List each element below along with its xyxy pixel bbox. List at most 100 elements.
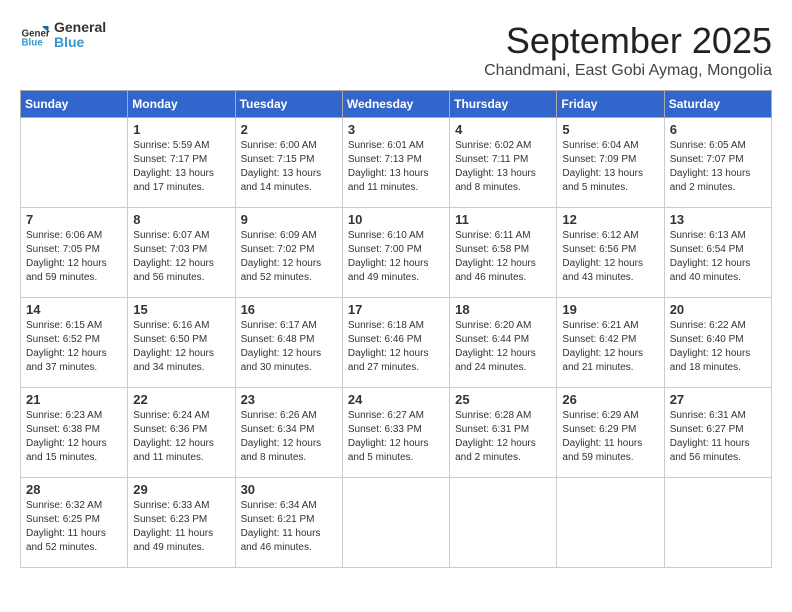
cell-info: Sunrise: 5:59 AM Sunset: 7:17 PM Dayligh… bbox=[133, 139, 229, 195]
week-row-1: 1 Sunrise: 5:59 AM Sunset: 7:17 PM Daylig… bbox=[21, 118, 772, 208]
calendar-cell bbox=[21, 118, 128, 208]
calendar-cell: 6 Sunrise: 6:05 AM Sunset: 7:07 PM Daylig… bbox=[664, 118, 771, 208]
cell-info: Sunrise: 6:29 AM Sunset: 6:29 PM Dayligh… bbox=[562, 409, 658, 465]
day-number: 18 bbox=[455, 302, 551, 317]
cell-info: Sunrise: 6:10 AM Sunset: 7:00 PM Dayligh… bbox=[348, 229, 444, 285]
day-number: 24 bbox=[348, 392, 444, 407]
cell-info: Sunrise: 6:15 AM Sunset: 6:52 PM Dayligh… bbox=[26, 319, 122, 375]
day-number: 7 bbox=[26, 212, 122, 227]
cell-info: Sunrise: 6:28 AM Sunset: 6:31 PM Dayligh… bbox=[455, 409, 551, 465]
cell-info: Sunrise: 6:05 AM Sunset: 7:07 PM Dayligh… bbox=[670, 139, 766, 195]
calendar-cell: 5Sunrise: 6:04 AM Sunset: 7:09 PM Daylig… bbox=[557, 118, 664, 208]
calendar-cell: 3 Sunrise: 6:01 AM Sunset: 7:13 PM Daylig… bbox=[342, 118, 449, 208]
calendar-cell: 27Sunrise: 6:31 AM Sunset: 6:27 PM Dayli… bbox=[664, 388, 771, 478]
day-number: 16 bbox=[241, 302, 337, 317]
weekday-tuesday: Tuesday bbox=[235, 91, 342, 118]
calendar-cell: 29Sunrise: 6:33 AM Sunset: 6:23 PM Dayli… bbox=[128, 478, 235, 568]
calendar-cell: 24Sunrise: 6:27 AM Sunset: 6:33 PM Dayli… bbox=[342, 388, 449, 478]
day-number: 1 bbox=[133, 122, 229, 137]
day-number: 3 bbox=[348, 122, 444, 137]
calendar-cell: 16Sunrise: 6:17 AM Sunset: 6:48 PM Dayli… bbox=[235, 298, 342, 388]
month-title: September 2025 bbox=[484, 20, 772, 62]
calendar-cell: 10 Sunrise: 6:10 AM Sunset: 7:00 PM Dayli… bbox=[342, 208, 449, 298]
cell-info: Sunrise: 6:32 AM Sunset: 6:25 PM Dayligh… bbox=[26, 499, 122, 555]
calendar-cell: 9 Sunrise: 6:09 AM Sunset: 7:02 PM Daylig… bbox=[235, 208, 342, 298]
cell-info: Sunrise: 6:18 AM Sunset: 6:46 PM Dayligh… bbox=[348, 319, 444, 375]
day-number: 22 bbox=[133, 392, 229, 407]
cell-info: Sunrise: 6:23 AM Sunset: 6:38 PM Dayligh… bbox=[26, 409, 122, 465]
day-number: 26 bbox=[562, 392, 658, 407]
cell-info: Sunrise: 6:09 AM Sunset: 7:02 PM Dayligh… bbox=[241, 229, 337, 285]
week-row-3: 14 Sunrise: 6:15 AM Sunset: 6:52 PM Dayli… bbox=[21, 298, 772, 388]
calendar-cell: 25Sunrise: 6:28 AM Sunset: 6:31 PM Dayli… bbox=[450, 388, 557, 478]
calendar-table: SundayMondayTuesdayWednesdayThursdayFrid… bbox=[20, 90, 772, 568]
calendar-cell: 21 Sunrise: 6:23 AM Sunset: 6:38 PM Dayli… bbox=[21, 388, 128, 478]
weekday-thursday: Thursday bbox=[450, 91, 557, 118]
day-number: 10 bbox=[348, 212, 444, 227]
title-area: September 2025 Chandmani, East Gobi Ayma… bbox=[484, 20, 772, 80]
weekday-monday: Monday bbox=[128, 91, 235, 118]
cell-info: Sunrise: 6:11 AM Sunset: 6:58 PM Dayligh… bbox=[455, 229, 551, 285]
calendar-cell: 7 Sunrise: 6:06 AM Sunset: 7:05 PM Daylig… bbox=[21, 208, 128, 298]
calendar-cell bbox=[342, 478, 449, 568]
calendar-cell: 18 Sunrise: 6:20 AM Sunset: 6:44 PM Dayli… bbox=[450, 298, 557, 388]
cell-info: Sunrise: 6:02 AM Sunset: 7:11 PM Dayligh… bbox=[455, 139, 551, 195]
weekday-saturday: Saturday bbox=[664, 91, 771, 118]
cell-info: Sunrise: 6:20 AM Sunset: 6:44 PM Dayligh… bbox=[455, 319, 551, 375]
calendar-cell: 1 Sunrise: 5:59 AM Sunset: 7:17 PM Daylig… bbox=[128, 118, 235, 208]
calendar-cell: 17Sunrise: 6:18 AM Sunset: 6:46 PM Dayli… bbox=[342, 298, 449, 388]
day-number: 4 bbox=[455, 122, 551, 137]
day-number: 14 bbox=[26, 302, 122, 317]
calendar-cell bbox=[664, 478, 771, 568]
calendar-cell: 12 Sunrise: 6:12 AM Sunset: 6:56 PM Dayli… bbox=[557, 208, 664, 298]
cell-info: Sunrise: 6:06 AM Sunset: 7:05 PM Dayligh… bbox=[26, 229, 122, 285]
cell-info: Sunrise: 6:00 AM Sunset: 7:15 PM Dayligh… bbox=[241, 139, 337, 195]
cell-info: Sunrise: 6:22 AM Sunset: 6:40 PM Dayligh… bbox=[670, 319, 766, 375]
calendar-cell: 11Sunrise: 6:11 AM Sunset: 6:58 PM Dayli… bbox=[450, 208, 557, 298]
calendar-cell: 22 Sunrise: 6:24 AM Sunset: 6:36 PM Dayli… bbox=[128, 388, 235, 478]
day-number: 20 bbox=[670, 302, 766, 317]
logo-text: General Blue bbox=[54, 20, 106, 51]
day-number: 2 bbox=[241, 122, 337, 137]
cell-info: Sunrise: 6:07 AM Sunset: 7:03 PM Dayligh… bbox=[133, 229, 229, 285]
day-number: 6 bbox=[670, 122, 766, 137]
calendar-cell: 8 Sunrise: 6:07 AM Sunset: 7:03 PM Daylig… bbox=[128, 208, 235, 298]
cell-info: Sunrise: 6:01 AM Sunset: 7:13 PM Dayligh… bbox=[348, 139, 444, 195]
calendar-cell: 19Sunrise: 6:21 AM Sunset: 6:42 PM Dayli… bbox=[557, 298, 664, 388]
calendar-cell: 28 Sunrise: 6:32 AM Sunset: 6:25 PM Dayli… bbox=[21, 478, 128, 568]
location-subtitle: Chandmani, East Gobi Aymag, Mongolia bbox=[484, 62, 772, 80]
weekday-friday: Friday bbox=[557, 91, 664, 118]
day-number: 21 bbox=[26, 392, 122, 407]
cell-info: Sunrise: 6:24 AM Sunset: 6:36 PM Dayligh… bbox=[133, 409, 229, 465]
calendar-cell: 13Sunrise: 6:13 AM Sunset: 6:54 PM Dayli… bbox=[664, 208, 771, 298]
cell-info: Sunrise: 6:26 AM Sunset: 6:34 PM Dayligh… bbox=[241, 409, 337, 465]
logo-general: General bbox=[54, 20, 106, 35]
cell-info: Sunrise: 6:31 AM Sunset: 6:27 PM Dayligh… bbox=[670, 409, 766, 465]
day-number: 8 bbox=[133, 212, 229, 227]
calendar-cell: 4 Sunrise: 6:02 AM Sunset: 7:11 PM Daylig… bbox=[450, 118, 557, 208]
calendar-cell: 2 Sunrise: 6:00 AM Sunset: 7:15 PM Daylig… bbox=[235, 118, 342, 208]
day-number: 23 bbox=[241, 392, 337, 407]
cell-info: Sunrise: 6:34 AM Sunset: 6:21 PM Dayligh… bbox=[241, 499, 337, 555]
calendar-cell: 14 Sunrise: 6:15 AM Sunset: 6:52 PM Dayli… bbox=[21, 298, 128, 388]
cell-info: Sunrise: 6:12 AM Sunset: 6:56 PM Dayligh… bbox=[562, 229, 658, 285]
calendar-cell: 15 Sunrise: 6:16 AM Sunset: 6:50 PM Dayli… bbox=[128, 298, 235, 388]
calendar-cell: 20 Sunrise: 6:22 AM Sunset: 6:40 PM Dayli… bbox=[664, 298, 771, 388]
day-number: 9 bbox=[241, 212, 337, 227]
weekday-wednesday: Wednesday bbox=[342, 91, 449, 118]
weekday-header-row: SundayMondayTuesdayWednesdayThursdayFrid… bbox=[21, 91, 772, 118]
calendar-cell: 23 Sunrise: 6:26 AM Sunset: 6:34 PM Dayli… bbox=[235, 388, 342, 478]
day-number: 15 bbox=[133, 302, 229, 317]
weekday-sunday: Sunday bbox=[21, 91, 128, 118]
cell-info: Sunrise: 6:16 AM Sunset: 6:50 PM Dayligh… bbox=[133, 319, 229, 375]
day-number: 13 bbox=[670, 212, 766, 227]
calendar-cell: 26 Sunrise: 6:29 AM Sunset: 6:29 PM Dayli… bbox=[557, 388, 664, 478]
calendar-cell: 30 Sunrise: 6:34 AM Sunset: 6:21 PM Dayli… bbox=[235, 478, 342, 568]
calendar-body: 1 Sunrise: 5:59 AM Sunset: 7:17 PM Daylig… bbox=[21, 118, 772, 568]
calendar-cell bbox=[557, 478, 664, 568]
day-number: 28 bbox=[26, 482, 122, 497]
day-number: 12 bbox=[562, 212, 658, 227]
cell-info: Sunrise: 6:04 AM Sunset: 7:09 PM Dayligh… bbox=[562, 139, 658, 195]
day-number: 29 bbox=[133, 482, 229, 497]
day-number: 30 bbox=[241, 482, 337, 497]
